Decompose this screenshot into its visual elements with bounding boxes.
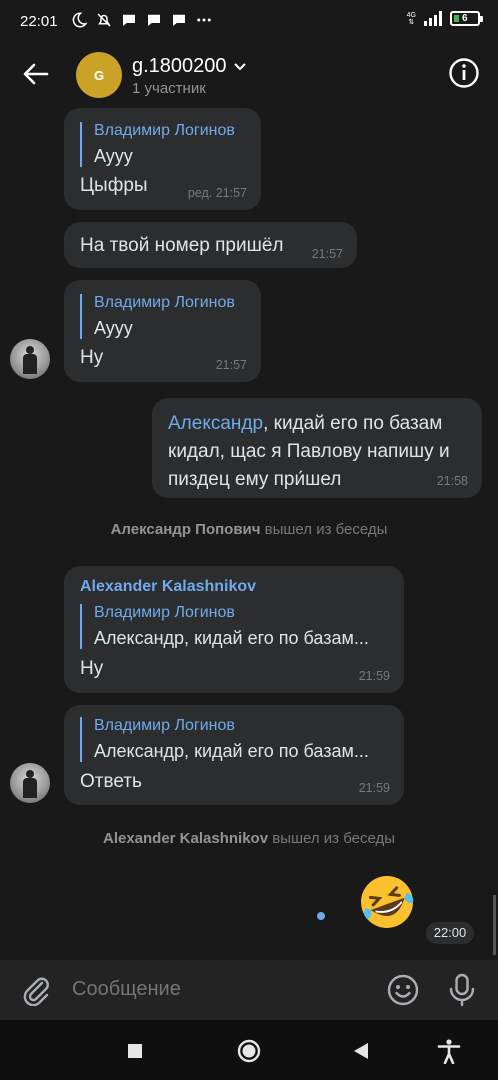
- battery-level: 6: [462, 13, 468, 24]
- quote-author: Владимир Логинов: [94, 717, 235, 734]
- signal-icon: [424, 11, 442, 26]
- chat-members-count: 1 участник: [132, 80, 206, 97]
- chat-bubble-icon: [173, 14, 185, 26]
- status-icons: [70, 11, 213, 29]
- chat-avatar-letter: G: [93, 67, 105, 83]
- microphone-icon[interactable]: [446, 972, 478, 1008]
- chat-title-text: g.1800200: [132, 55, 227, 77]
- chat-title[interactable]: g.1800200: [132, 55, 247, 78]
- rofl-emoji-icon: [361, 876, 414, 928]
- back-triangle-icon[interactable]: [348, 1038, 374, 1064]
- reply-quote[interactable]: Владимир Логинов Аууу: [80, 122, 235, 167]
- quote-text: Аууу: [94, 146, 133, 166]
- message-text: Ну: [80, 658, 104, 679]
- message-input[interactable]: [72, 978, 362, 1001]
- message-time: 21:57: [215, 358, 247, 372]
- message-time: ред. 21:57: [187, 186, 247, 200]
- sender-name[interactable]: Alexander Kalashnikov: [80, 578, 256, 596]
- service-action: вышел из беседы: [268, 830, 396, 847]
- message-text: На твой номер пришёл: [80, 235, 284, 256]
- recents-square-icon[interactable]: [122, 1038, 148, 1064]
- home-circle-icon[interactable]: [236, 1038, 262, 1064]
- message-text: Ответь: [80, 771, 142, 792]
- message-time: 21:59: [358, 669, 390, 683]
- quote-text: Аууу: [94, 318, 133, 338]
- quote-author: Владимир Логинов: [94, 604, 235, 621]
- message-text: Ну: [80, 347, 104, 368]
- message-text-line: кидал, щас я Павлову напишу и: [168, 441, 450, 462]
- message-time: 21:59: [358, 781, 390, 795]
- avatar[interactable]: [10, 339, 50, 379]
- accessibility-icon[interactable]: [436, 1038, 462, 1064]
- message-composer: [0, 960, 498, 1020]
- status-right: 4G ⇅ 6: [407, 11, 483, 26]
- data-arrows-icon: ⇅: [408, 18, 415, 26]
- message-bubble[interactable]: Владимир Логинов Аууу Цыфры ред. 21:57: [64, 108, 261, 210]
- avatar[interactable]: [10, 763, 50, 803]
- service-message: Alexander Kalashnikov вышел из беседы: [0, 830, 498, 847]
- reply-quote[interactable]: Владимир Логинов Александр, кидай его по…: [80, 717, 369, 762]
- status-time: 22:01: [20, 13, 58, 30]
- chat-avatar[interactable]: G: [76, 52, 122, 98]
- emoji-message[interactable]: [355, 870, 419, 934]
- reply-quote[interactable]: Владимир Логинов Аууу: [80, 294, 235, 339]
- unread-dot: [317, 912, 325, 920]
- message-bubble[interactable]: Владимир Логинов Аууу Ну 21:57: [64, 280, 261, 382]
- service-message: Александр Попович вышел из беседы: [0, 521, 498, 538]
- message-text-line: , кидай его по базам: [263, 413, 443, 434]
- chat-bubble-icon: [123, 14, 135, 26]
- message-bubble[interactable]: Владимир Логинов Александр, кидай его по…: [64, 705, 404, 805]
- network-indicator: 4G ⇅: [407, 12, 416, 26]
- network-label: 4G: [406, 11, 416, 19]
- chat-bubble-icon: [148, 14, 160, 26]
- quote-text: Александр, кидай его по базам...: [94, 741, 369, 761]
- info-icon[interactable]: [448, 57, 480, 89]
- status-bar: 22:01 4G ⇅ 6: [0, 0, 498, 44]
- message-time: 21:58: [436, 474, 468, 488]
- service-user[interactable]: Alexander Kalashnikov: [103, 830, 268, 847]
- system-nav-bar: [0, 1020, 498, 1080]
- battery-icon: 6: [450, 11, 483, 26]
- service-user[interactable]: Александр Попович: [111, 521, 261, 538]
- emoji-icon[interactable]: [386, 973, 420, 1007]
- message-bubble[interactable]: Alexander Kalashnikov Владимир Логинов А…: [64, 566, 404, 693]
- muted-notifications-icon: [97, 13, 111, 27]
- attach-icon[interactable]: [20, 974, 52, 1006]
- quote-author: Владимир Логинов: [94, 294, 235, 311]
- scrollbar[interactable]: [493, 895, 496, 955]
- chevron-down-icon: [233, 62, 246, 70]
- message-text: Цыфры: [80, 175, 148, 196]
- quote-author: Владимир Логинов: [94, 122, 235, 139]
- mention-link[interactable]: Александр: [168, 413, 263, 434]
- back-arrow-icon[interactable]: [20, 58, 52, 90]
- message-text-line: пиздец ему при́шел: [168, 469, 342, 490]
- chat-header: G g.1800200 1 участник: [0, 44, 498, 106]
- moon-icon: [72, 12, 88, 28]
- reply-quote[interactable]: Владимир Логинов Александр, кидай его по…: [80, 604, 369, 649]
- service-action: вышел из беседы: [260, 521, 388, 538]
- quote-text: Александр, кидай его по базам...: [94, 628, 369, 648]
- message-text: Александр, кидай его по базам кидал, щас…: [168, 410, 478, 494]
- message-bubble[interactable]: На твой номер пришёл 21:57: [64, 222, 357, 268]
- outgoing-message-bubble[interactable]: Александр, кидай его по базам кидал, щас…: [152, 398, 482, 498]
- more-dots-icon: [197, 18, 211, 22]
- emoji-message-time: 22:00: [426, 922, 474, 944]
- message-time: 21:57: [311, 247, 343, 261]
- message-time: 22:00: [433, 925, 467, 940]
